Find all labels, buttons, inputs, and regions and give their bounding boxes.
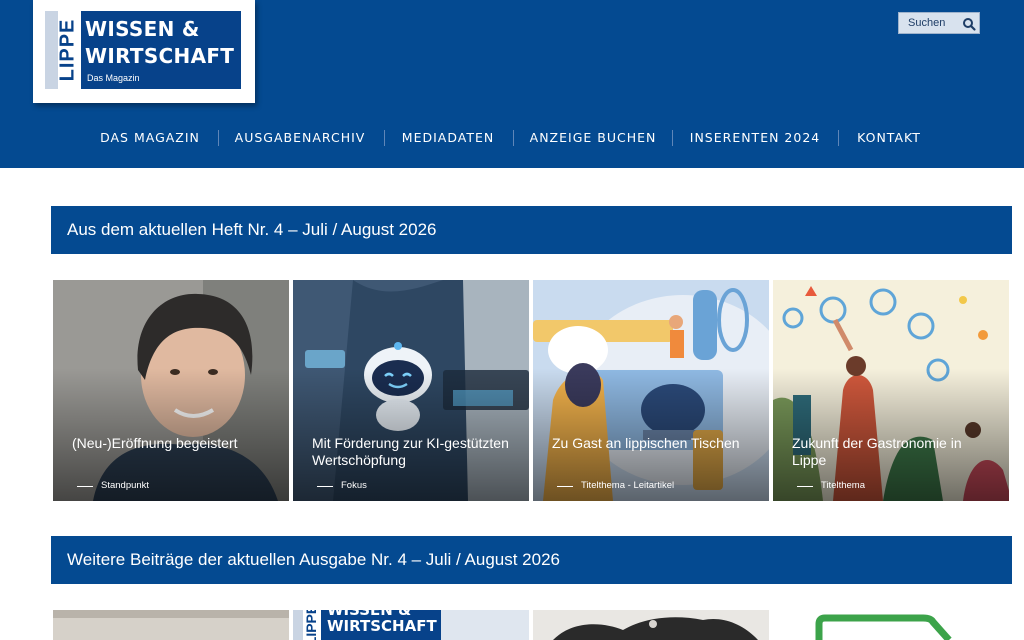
article-card-category[interactable]: Standpunkt [101,480,149,491]
article-thumb-image [53,610,289,640]
more-articles-heading: Weitere Beiträge der aktuellen Ausgabe N… [67,550,560,569]
nav-item-ausgabenarchiv[interactable]: AUSGABENARCHIV [235,128,366,148]
article-card-title[interactable]: Zukunft der Gastronomie in Lippe [792,435,992,469]
article-card-2[interactable]: Mit Förderung zur KI-gestützten Wertschö… [293,280,529,501]
article-thumb-1[interactable] [53,610,289,640]
article-card-category[interactable]: Titelthema - Leitartikel [581,480,674,491]
more-articles-heading-bar: Weitere Beiträge der aktuellen Ausgabe N… [51,536,1012,584]
article-card-title[interactable]: (Neu-)Eröffnung begeistert [72,435,272,452]
nav-item-kontakt[interactable]: KONTAKT [857,128,921,148]
thumb-logo-vertical: LIPPE [303,610,319,640]
site-logo[interactable]: LIPPE WISSEN & WIRTSCHAFT Das Magazin [33,0,255,103]
nav-separator [513,130,514,146]
article-card-title[interactable]: Mit Förderung zur KI-gestützten Wertschö… [312,435,512,469]
nav-separator [838,130,839,146]
nav-item-das-magazin[interactable]: DAS MAGAZIN [100,128,200,148]
article-card-category[interactable]: Titelthema [821,480,865,491]
article-thumb-4[interactable] [773,610,1012,640]
article-card-title[interactable]: Zu Gast an lippischen Tischen [552,435,752,452]
article-card-1[interactable]: (Neu-)Eröffnung begeistert Standpunkt [53,280,289,501]
magazine-logo-thumb: LIPPE WISSEN & WIRTSCHAFT [293,610,441,640]
search-icon [963,18,976,31]
nav-separator [384,130,385,146]
logo-subtitle: Das Magazin [87,73,140,83]
article-thumb-3[interactable] [533,610,769,640]
article-card-category[interactable]: Fokus [341,480,367,491]
article-card-3[interactable]: Zu Gast an lippischen Tischen Titelthema… [533,280,769,501]
world-map-image [533,610,769,640]
nav-item-anzeige-buchen[interactable]: ANZEIGE BUCHEN [530,128,657,148]
logo-mark: LIPPE WISSEN & WIRTSCHAFT Das Magazin [45,11,241,89]
search-button[interactable]: Suchen [898,12,980,34]
main-navigation: DAS MAGAZIN AUSGABENARCHIV MEDIADATEN AN… [0,128,1024,148]
truck-icon [773,610,1012,640]
nav-item-inserenten-2024[interactable]: INSERENTEN 2024 [690,128,820,148]
site-header: LIPPE WISSEN & WIRTSCHAFT Das Magazin Su… [0,0,1024,168]
article-thumb-2[interactable]: LIPPE WISSEN & WIRTSCHAFT [293,610,529,640]
current-issue-heading-bar: Aus dem aktuellen Heft Nr. 4 – Juli / Au… [51,206,1012,254]
logo-vertical-text: LIPPE [56,18,79,82]
nav-separator [672,130,673,146]
article-card-4[interactable]: Zukunft der Gastronomie in Lippe Titelth… [773,280,1009,501]
current-issue-heading: Aus dem aktuellen Heft Nr. 4 – Juli / Au… [67,220,437,239]
thumb-logo-line-2: WIRTSCHAFT [327,617,437,635]
search-label: Suchen [908,17,946,29]
logo-line-1: WISSEN & [85,17,200,41]
nav-item-mediadaten[interactable]: MEDIADATEN [402,128,494,148]
logo-line-2: WIRTSCHAFT [85,44,235,68]
nav-separator [218,130,219,146]
